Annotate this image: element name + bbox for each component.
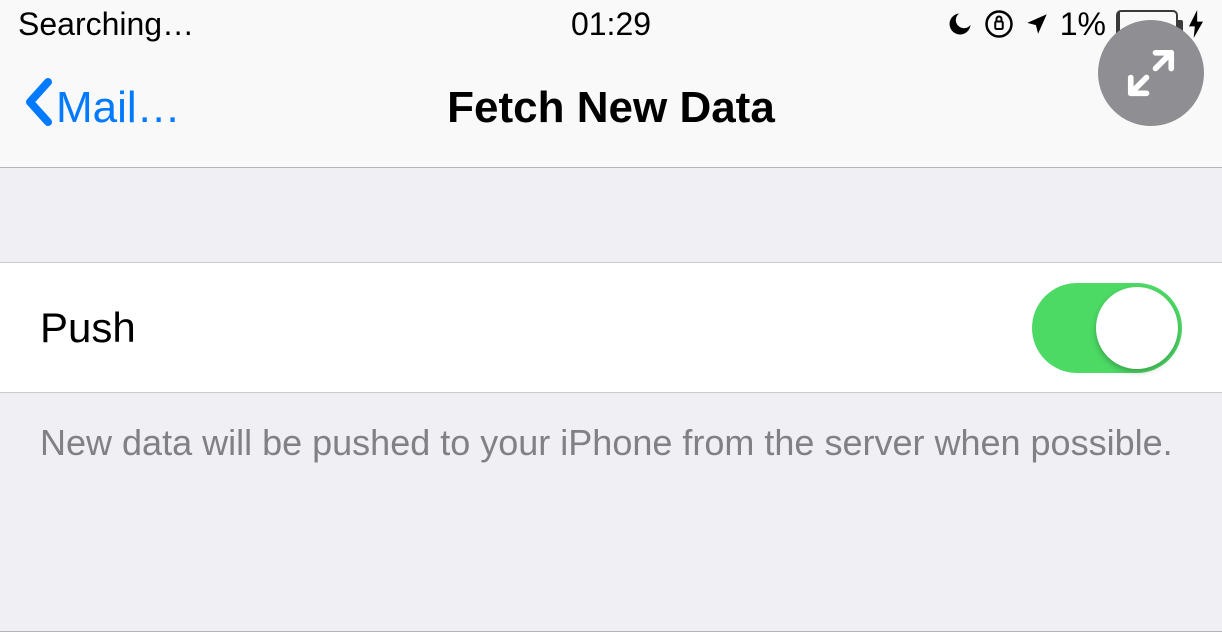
push-row: Push	[0, 263, 1222, 393]
location-icon	[1024, 11, 1050, 37]
moon-icon	[946, 10, 974, 38]
nav-bar: Mail… Fetch New Data	[0, 48, 1222, 168]
push-toggle[interactable]	[1032, 283, 1182, 373]
section-gap	[0, 168, 1222, 263]
page-title: Fetch New Data	[0, 83, 1222, 133]
push-footer-text: New data will be pushed to your iPhone f…	[0, 393, 1222, 494]
push-label: Push	[40, 304, 136, 352]
battery-percent: 1%	[1060, 6, 1106, 43]
back-button[interactable]: Mail…	[24, 78, 181, 137]
charging-icon	[1188, 10, 1204, 38]
carrier-text: Searching…	[18, 6, 194, 43]
back-label: Mail…	[56, 83, 181, 133]
expand-button[interactable]	[1098, 20, 1204, 126]
status-bar: Searching… 01:29 1%	[0, 0, 1222, 48]
chevron-left-icon	[24, 78, 52, 137]
toggle-knob	[1096, 287, 1178, 369]
orientation-lock-icon	[984, 9, 1014, 39]
